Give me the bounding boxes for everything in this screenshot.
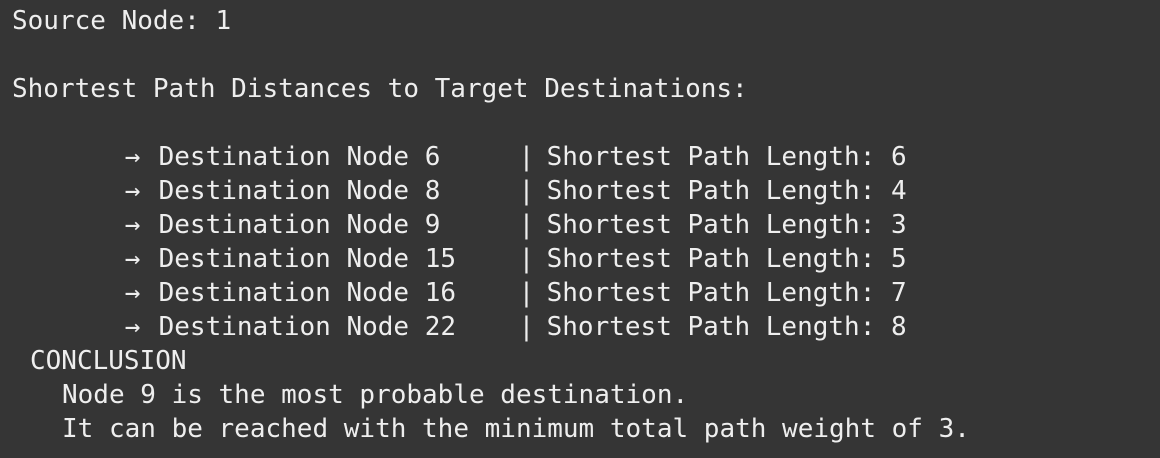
result-row: → Destination Node 15 | Shortest Path Lengt… bbox=[62, 208, 907, 274]
result-row: → Destination Node 16 | Shortest Path Lengt… bbox=[62, 242, 907, 308]
result-row: → Destination Node 22 | Shortest Path Lengt… bbox=[62, 276, 907, 342]
path-length-label: Shortest Path Length: 8 bbox=[546, 312, 907, 342]
conclusion-line: Node 9 is the most probable destination. bbox=[62, 380, 689, 410]
result-row: → Destination Node 9 | Shortest Path Length… bbox=[62, 174, 907, 240]
separator: | bbox=[518, 312, 535, 342]
terminal-output: Source Node: 1 Shortest Path Distances t… bbox=[0, 0, 1160, 458]
conclusion-heading: CONCLUSION bbox=[30, 346, 187, 376]
arrow-icon: → bbox=[124, 312, 141, 342]
result-row: → Destination Node 6 | Shortest Path Length… bbox=[62, 106, 907, 172]
result-row: → Destination Node 8 | Shortest Path Length… bbox=[62, 140, 907, 206]
source-node-line: Source Node: 1 bbox=[12, 6, 232, 36]
conclusion-line: It can be reached with the minimum total… bbox=[62, 414, 970, 444]
section-heading: Shortest Path Distances to Target Destin… bbox=[12, 74, 748, 104]
destination-label: Destination Node 22 bbox=[158, 312, 457, 342]
